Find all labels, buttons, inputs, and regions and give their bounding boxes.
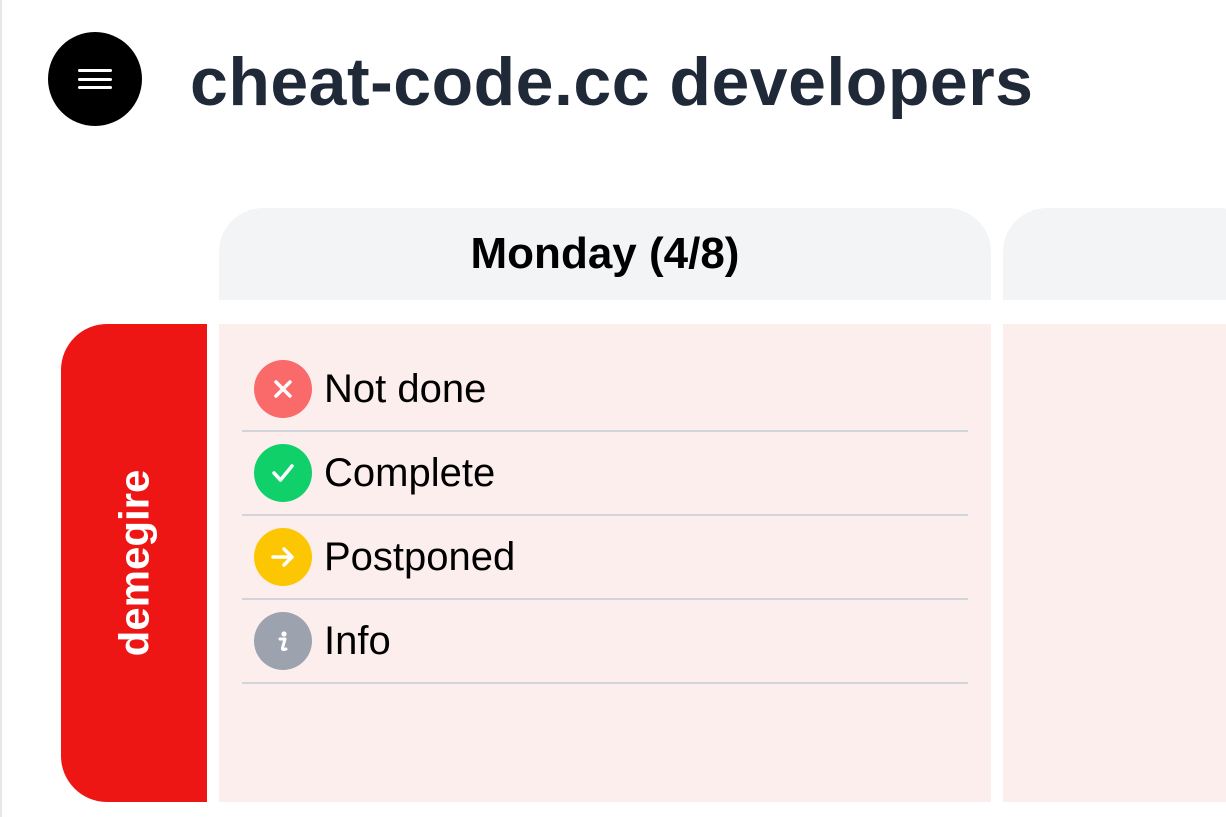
day-header-monday: Monday (4/8) bbox=[219, 208, 991, 300]
legend-item-complete[interactable]: Complete bbox=[242, 432, 968, 516]
legend-item-not-done[interactable]: Not done bbox=[242, 348, 968, 432]
user-name: demegire bbox=[110, 469, 157, 657]
info-icon bbox=[254, 612, 312, 670]
legend-item-postponed[interactable]: Postponed bbox=[242, 516, 968, 600]
page: cheat-code.cc developers Monday (4/8) de… bbox=[0, 0, 1226, 817]
status-legend: Not done Complete Postponed Info bbox=[242, 348, 968, 684]
check-icon bbox=[254, 444, 312, 502]
legend-label: Not done bbox=[324, 366, 487, 411]
arrow-right-icon bbox=[254, 528, 312, 586]
legend-label: Complete bbox=[324, 450, 496, 495]
x-icon bbox=[254, 360, 312, 418]
legend-label: Info bbox=[324, 618, 391, 663]
menu-button[interactable] bbox=[48, 32, 142, 126]
day-cell-next[interactable] bbox=[1003, 324, 1226, 802]
user-tab[interactable]: demegire bbox=[61, 324, 207, 802]
legend-label: Postponed bbox=[324, 534, 516, 579]
page-title: cheat-code.cc developers bbox=[190, 44, 1034, 120]
hamburger-icon bbox=[78, 69, 112, 89]
legend-item-info[interactable]: Info bbox=[242, 600, 968, 684]
day-header-next bbox=[1003, 208, 1226, 300]
